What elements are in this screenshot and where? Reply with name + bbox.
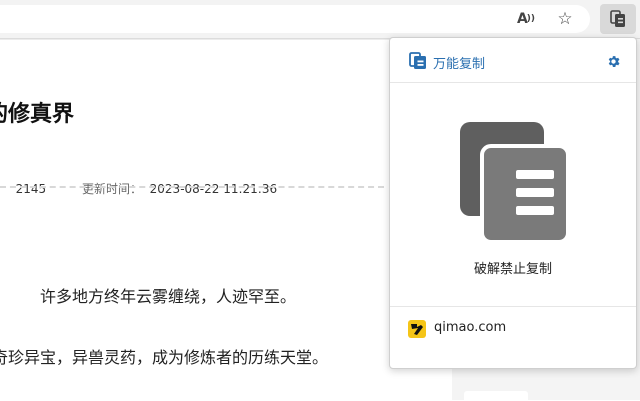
popup-header: 万能复制: [390, 38, 636, 83]
divider: [0, 186, 384, 188]
extension-name: 万能复制: [433, 57, 486, 72]
article-title: 的修真界: [0, 102, 75, 127]
settings-button[interactable]: [604, 52, 622, 70]
extension-popup: 万能复制 破解禁止复制 qimao.com: [389, 37, 637, 369]
copy-brand-icon: [409, 52, 426, 69]
paragraph: 许多地方终年云雾缠绕，人迹罕至。: [40, 287, 297, 306]
side-panel-card: [464, 391, 528, 400]
paragraph: 奇珍异宝，异兽灵药，成为修炼者的历练天堂。: [0, 348, 329, 367]
update-time: 更新时间： 2023-08-22 11:21:36: [82, 182, 278, 196]
favorite-star-icon[interactable]: ☆: [555, 9, 575, 29]
read-aloud-icon[interactable]: A)): [516, 9, 536, 29]
browser-toolbar: A)) ☆: [0, 0, 640, 39]
unlock-copy-button[interactable]: 破解禁止复制: [390, 258, 636, 277]
copy-extension-icon: [610, 10, 625, 27]
footer-divider: [390, 306, 636, 307]
site-row: qimao.com: [408, 318, 618, 340]
gear-icon: [608, 55, 619, 67]
site-domain: qimao.com: [434, 320, 507, 335]
article-content: 的修真界 ： 2145 更新时间： 2023-08-22 11:21:36 许多…: [0, 39, 452, 401]
word-count: ： 2145: [0, 182, 47, 196]
site-logo-icon: [408, 320, 426, 338]
copy-illustration-icon: [460, 122, 570, 244]
address-bar[interactable]: [0, 5, 590, 33]
extension-button[interactable]: [600, 4, 636, 34]
